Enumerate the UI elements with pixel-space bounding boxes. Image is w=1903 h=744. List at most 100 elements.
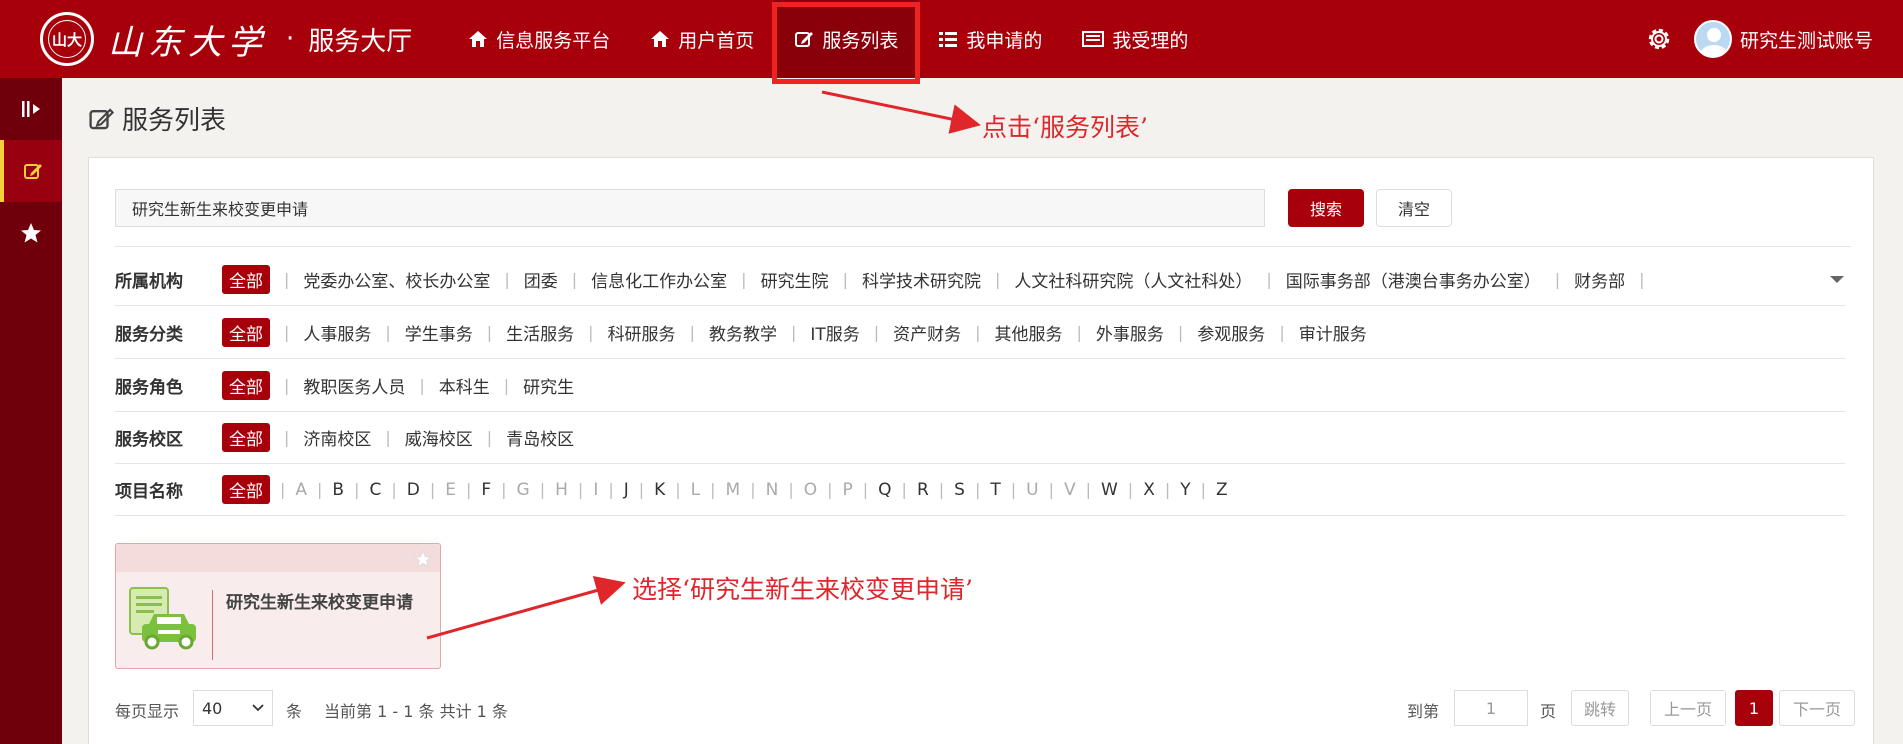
letter-option[interactable]: T [990, 480, 1000, 500]
nav-my-applications[interactable]: 我申请的 [918, 0, 1062, 78]
letter-option[interactable]: B [332, 480, 344, 500]
logo[interactable]: 山大 山东大学 · 服务大厅 [40, 12, 412, 66]
filter-option[interactable]: 外事服务 [1096, 320, 1164, 345]
nav-service-list[interactable]: 服务列表 [772, 0, 921, 84]
filter-option[interactable]: 本科生 [439, 373, 490, 398]
per-page-select[interactable]: 40 [193, 690, 273, 726]
gear-icon[interactable] [1644, 24, 1674, 54]
filter-label: 服务校区 [115, 430, 183, 450]
per-page-unit: 条 [286, 702, 303, 721]
filter-option[interactable]: 国际事务部（港澳台事务办公室） [1286, 267, 1541, 292]
letter-option[interactable]: K [654, 480, 665, 500]
filter-option[interactable]: 教务教学 [709, 320, 777, 345]
current-page-button[interactable]: 1 [1735, 690, 1773, 726]
letter-option[interactable]: C [369, 480, 381, 500]
filter-option[interactable]: 全部 [222, 475, 270, 504]
divider: | [284, 323, 290, 342]
page-title-text: 服务列表 [122, 106, 227, 136]
filter-option[interactable]: 党委办公室、校长办公室 [303, 267, 490, 292]
divider: | [280, 480, 286, 499]
letter-option[interactable]: S [954, 480, 965, 500]
filter-option[interactable]: 科研服务 [608, 320, 676, 345]
divider: | [284, 428, 290, 447]
clear-button[interactable]: 清空 [1376, 189, 1452, 227]
search-input[interactable] [115, 189, 1265, 227]
service-card[interactable]: 研究生新生来校变更申请 [115, 543, 441, 669]
nav-info-platform[interactable]: 信息服务平台 [448, 0, 630, 78]
expand-caret-icon[interactable] [1829, 273, 1845, 285]
nav-user-home[interactable]: 用户首页 [630, 0, 774, 78]
filter-option[interactable]: 全部 [222, 265, 270, 294]
divider: | [994, 270, 1001, 289]
divider: | [317, 480, 323, 499]
letter-option: V [1063, 479, 1076, 500]
letter-option: O [803, 479, 818, 500]
title-separator: · [286, 24, 295, 54]
filter-option[interactable]: IT服务 [810, 320, 859, 345]
divider: | [1554, 270, 1561, 289]
letter-option[interactable]: X [1143, 480, 1155, 500]
divider: | [1127, 480, 1134, 499]
filter-option[interactable]: 学生事务 [405, 320, 473, 345]
filter-option[interactable]: 生活服务 [506, 320, 574, 345]
filter-option[interactable]: 信息化工作办公室 [591, 267, 727, 292]
edit-icon [89, 107, 114, 129]
letter-option[interactable]: Z [1216, 480, 1228, 500]
filter-option[interactable]: 全部 [222, 423, 270, 452]
username[interactable]: 研究生测试账号 [1740, 26, 1873, 53]
pagination-bar: 每页显示 40 条 当前第 1 - 1 条 共计 1 条 到第 页 跳转 上一页… [115, 688, 1855, 728]
sidebar [0, 78, 62, 744]
divider: | [284, 270, 290, 289]
sidebar-toggle[interactable] [0, 78, 62, 140]
filter-option[interactable]: 教职医务人员 [303, 373, 405, 398]
divider: | [608, 480, 614, 499]
letter-option[interactable]: D [407, 480, 420, 500]
star-icon[interactable] [414, 550, 432, 568]
letter-option[interactable]: Q [878, 480, 891, 500]
divider: | [975, 323, 981, 342]
letter-option[interactable]: F [481, 480, 491, 500]
header-user-area: 研究生测试账号 [1644, 0, 1873, 78]
next-page-button[interactable]: 下一页 [1779, 690, 1855, 726]
nav-my-handled[interactable]: 我受理的 [1062, 0, 1208, 78]
letter-option: M [725, 479, 741, 500]
filter-option[interactable]: 青岛校区 [506, 425, 574, 450]
nav-label: 我申请的 [966, 29, 1043, 52]
divider: | [1076, 323, 1082, 342]
filter-option[interactable]: 参观服务 [1197, 320, 1265, 345]
goto-page-input[interactable] [1454, 690, 1528, 726]
sidebar-item-favorites[interactable] [0, 202, 62, 264]
letter-option[interactable]: R [917, 480, 929, 500]
filter-option[interactable]: 威海校区 [405, 425, 473, 450]
filter-option[interactable]: 研究生院 [761, 267, 829, 292]
prev-page-button[interactable]: 上一页 [1650, 690, 1726, 726]
filter-option[interactable]: 其他服务 [995, 320, 1063, 345]
filter-option[interactable]: 研究生 [523, 373, 574, 398]
filter-option[interactable]: 全部 [222, 371, 270, 400]
divider: | [1266, 270, 1272, 289]
card-title[interactable]: 研究生新生来校变更申请 [226, 588, 413, 613]
inbox-icon [1082, 31, 1105, 47]
nav-label: 服务列表 [822, 29, 899, 52]
filter-option[interactable]: 全部 [222, 318, 270, 347]
filter-option[interactable]: 资产财务 [893, 320, 961, 345]
filter-option[interactable]: 审计服务 [1299, 320, 1367, 345]
filter-option[interactable]: 人文社科研究院（人文社科处） [1014, 267, 1252, 292]
nav-label: 信息服务平台 [496, 29, 611, 52]
filter-label: 服务分类 [115, 325, 183, 345]
jump-button[interactable]: 跳转 [1571, 690, 1629, 726]
letter-option[interactable]: Y [1180, 480, 1190, 500]
filter-option[interactable]: 团委 [524, 267, 558, 292]
search-button[interactable]: 搜索 [1288, 189, 1364, 227]
sidebar-item-service-list[interactable] [0, 140, 62, 202]
filter-option[interactable]: 济南校区 [303, 425, 371, 450]
letter-option: U [1026, 479, 1039, 500]
filter-option[interactable]: 财务部 [1574, 267, 1625, 292]
filter-option[interactable]: 人事服务 [303, 320, 371, 345]
avatar[interactable] [1693, 20, 1732, 58]
letter-option[interactable]: J [624, 480, 629, 500]
letter-option[interactable]: W [1101, 480, 1118, 500]
divider: | [842, 270, 848, 289]
divider: | [788, 480, 794, 499]
filter-option[interactable]: 科学技术研究院 [862, 267, 981, 292]
